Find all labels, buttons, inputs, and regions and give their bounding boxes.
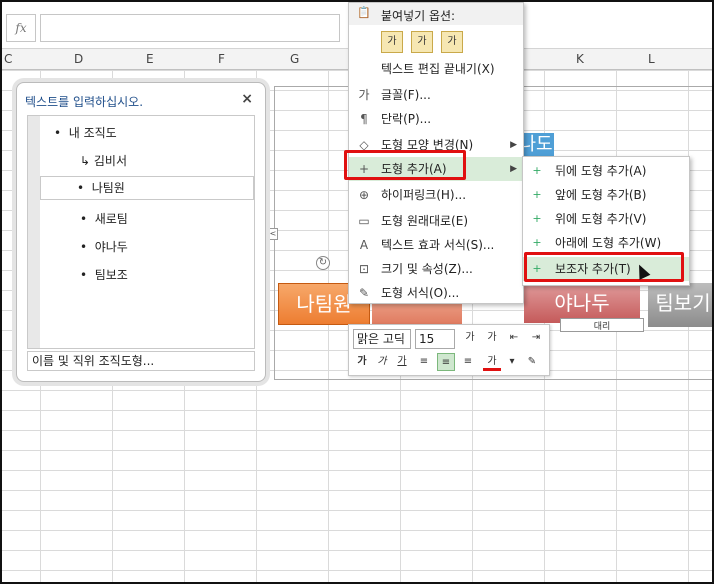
menu-item-text-effects[interactable]: A 텍스트 효과 서식(S)... <box>349 233 523 257</box>
column-header-g[interactable]: G <box>290 52 299 66</box>
menu-item-paragraph[interactable]: ¶ 단락(P)... <box>349 107 523 131</box>
grow-font-icon[interactable]: 가 <box>461 329 479 347</box>
increase-level-icon[interactable]: ⇥ <box>527 329 545 347</box>
paragraph-icon: ¶ <box>360 112 368 126</box>
list-item[interactable]: • 새로팀 <box>80 210 128 227</box>
column-header-f[interactable]: F <box>218 52 225 66</box>
paste-options-header: 📋 붙여넣기 옵션: <box>349 3 523 25</box>
rotate-handle-icon[interactable]: ↻ <box>316 256 330 270</box>
add-before-icon: + <box>532 188 542 201</box>
text-pane-list[interactable]: • 내 조직도 ↳ 김비서 • 나팀원 • 새로팀 • 야나두 • 팀보조 <box>27 115 255 349</box>
menu-item-format-shape[interactable]: ✎ 도형 서식(O)... <box>349 281 523 305</box>
expand-text-pane-icon[interactable]: < <box>268 228 278 240</box>
formula-input[interactable] <box>40 14 340 42</box>
underline-icon[interactable]: 가 <box>393 353 411 371</box>
menu-item-end-text-edit[interactable]: 텍스트 편집 끝내기(X) <box>349 57 523 81</box>
bold-icon[interactable]: 가 <box>353 353 371 371</box>
shape-yana-subtitle[interactable]: 대리 <box>560 318 644 332</box>
paste-options-label: 붙여넣기 옵션: <box>381 9 456 23</box>
shape-yana[interactable]: 야나두 <box>524 283 640 323</box>
font-color-icon[interactable]: 가 <box>483 353 501 371</box>
paste-text-only-icon[interactable]: 가 <box>441 31 463 53</box>
column-header-e[interactable]: E <box>146 52 154 66</box>
font-icon: 가 <box>358 88 370 102</box>
text-pane-title: 텍스트를 입력하십시오. <box>25 95 144 109</box>
clipboard-icon: 📋 <box>357 6 371 19</box>
shape-tim[interactable]: 팀보기 <box>648 283 714 327</box>
decrease-level-icon[interactable]: ⇤ <box>505 329 523 347</box>
italic-icon[interactable]: 가 <box>373 353 391 371</box>
menu-item-reset-shape[interactable]: ▭ 도형 원래대로(E) <box>349 209 523 233</box>
highlight-add-shape <box>344 150 466 180</box>
chevron-right-icon: ▶ <box>510 140 517 150</box>
font-name-field[interactable]: 맑은 고딕 <box>353 329 411 349</box>
text-pane-footer[interactable]: 이름 및 직위 조직도형... <box>27 351 255 371</box>
text-pane: 텍스트를 입력하십시오. × • 내 조직도 ↳ 김비서 • 나팀원 • 새로팀… <box>16 82 266 382</box>
menu-item-font[interactable]: 가 글꼴(F)... <box>349 83 523 107</box>
shrink-font-icon[interactable]: 가 <box>483 329 501 347</box>
column-header-c[interactable]: C <box>4 52 12 66</box>
align-left-icon[interactable]: ≡ <box>415 353 433 371</box>
close-icon[interactable]: × <box>241 91 253 107</box>
list-item[interactable]: • 팀보조 <box>80 266 128 283</box>
column-header-l[interactable]: L <box>648 52 655 66</box>
menu-item-hyperlink[interactable]: ⊕ 하이퍼링크(H)... <box>349 183 523 207</box>
add-after-icon: + <box>532 164 542 177</box>
column-header-d[interactable]: D <box>74 52 83 66</box>
text-effect-icon: A <box>359 238 369 252</box>
size-icon: ⊡ <box>358 262 370 276</box>
menu-item-size-properties[interactable]: ⊡ 크기 및 속성(Z)... <box>349 257 523 281</box>
submenu-item-add-after[interactable]: + 뒤에 도형 추가(A) <box>523 159 689 183</box>
submenu-item-add-above[interactable]: + 위에 도형 추가(V) <box>523 207 689 231</box>
add-above-icon: + <box>532 212 542 225</box>
list-item[interactable]: • 야나두 <box>80 238 128 255</box>
chevron-down-icon[interactable]: ▾ <box>503 353 521 371</box>
mini-toolbar: 맑은 고딕 15 가 가 ⇤ ⇥ 가 가 가 ≡ ≡ ≡ 가 ▾ ✎ <box>348 324 550 376</box>
font-size-field[interactable]: 15 <box>415 329 455 349</box>
list-item[interactable]: ↳ 김비서 <box>80 152 127 169</box>
function-icon[interactable]: fx <box>6 14 36 42</box>
align-right-icon[interactable]: ≡ <box>459 353 477 371</box>
align-center-icon[interactable]: ≡ <box>437 353 455 371</box>
format-painter-icon[interactable]: ✎ <box>523 353 541 371</box>
text-pane-gutter <box>28 116 40 348</box>
chevron-right-icon: ▶ <box>510 164 517 174</box>
paste-keep-source-icon[interactable]: 가 <box>381 31 403 53</box>
format-icon: ✎ <box>358 286 370 300</box>
column-header-k[interactable]: K <box>576 52 584 66</box>
link-icon: ⊕ <box>358 188 370 202</box>
paste-merge-format-icon[interactable]: 가 <box>411 31 433 53</box>
list-item[interactable]: • 내 조직도 <box>54 124 117 141</box>
list-item-selected[interactable]: • 나팀원 <box>40 176 254 200</box>
highlight-add-assistant <box>524 252 684 282</box>
submenu-item-add-before[interactable]: + 앞에 도형 추가(B) <box>523 183 689 207</box>
reset-icon: ▭ <box>358 214 370 228</box>
